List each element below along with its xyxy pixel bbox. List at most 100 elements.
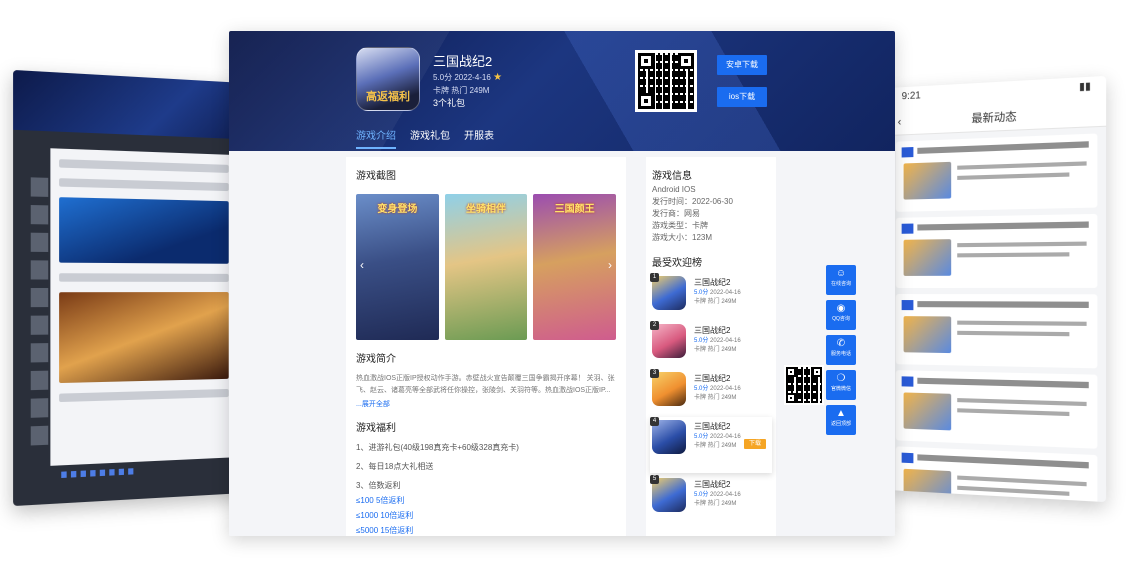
left-preview-image [59,292,229,384]
qq-icon: ◉ [836,303,846,314]
screenshot[interactable]: 三国颜王 [533,194,617,340]
game-detail-window: 高返福利 三国战纪2 5.0分 2022-4-16 ★ 卡牌 热门 249M 3… [229,31,895,536]
ranking-download-button[interactable]: 下载 [744,439,766,449]
news-card[interactable] [895,294,1098,369]
game-hot-size: 热门 249M [451,86,490,95]
android-download-button[interactable]: 安卓下载 [717,55,767,75]
ranking-game-name: 三国战纪2 [694,422,731,431]
ranking-game-meta: 5.0分 2022-04-16 卡牌 热门 249M [694,338,741,353]
ranking-game-meta: 5.0分 2022-04-16 卡牌 热门 249M [694,290,741,305]
news-card[interactable] [895,213,1098,288]
carousel-next-icon[interactable]: › [608,258,612,272]
screenshot-caption: 坐骑相伴 [466,204,506,215]
ranking-game-name: 三国战纪2 [694,480,731,489]
expand-link[interactable]: ...展开全部 [356,399,616,409]
ranking-game-meta: 5.0分 2022-04-16 卡牌 热门 249M [694,434,741,449]
intro-text: 热血激战IOS正版IP授权动作手游。赤壁战火宣告颠覆三国争霸揭开序幕！ 关羽、张… [356,375,615,394]
ranking-game-name: 三国战纪2 [694,278,731,287]
ranking-item[interactable]: 5 三国战纪2 5.0分 2022-04-16 卡牌 热门 249M [650,475,772,521]
left-preview-panel [50,148,237,466]
rebate-item: ≤1000 10倍返利 [356,511,414,520]
ranking-item[interactable]: 3 三国战纪2 5.0分 2022-04-16 卡牌 热门 249M [650,369,772,415]
screenshot[interactable]: 变身登场 [356,194,439,340]
game-icon-text: 高返福利 [366,91,410,103]
game-title: 三国战纪2 [433,54,493,69]
phone-button[interactable]: ✆ 服务电话 [826,335,856,365]
arrow-up-icon: ▲ [836,408,846,419]
left-preview-pager [61,468,136,479]
ranking-title: 最受欢迎榜 [652,258,702,269]
screenshot[interactable]: 坐骑相伴 [444,194,528,340]
right-preview-device: 9:21 ▮▮ ‹ 最新动态 [888,75,1107,503]
ranking-game-meta: 5.0分 2022-04-16 卡牌 热门 249M [694,492,741,507]
benefit-item: 2、每日18点大礼相送 [356,462,434,471]
ranking-number: 1 [650,273,659,282]
game-hero-banner: 高返福利 三国战纪2 5.0分 2022-4-16 ★ 卡牌 热门 249M 3… [229,31,895,151]
side-column: 游戏信息 Android IOS 发行时间：2022-06-30 发行商：网易 … [646,157,776,536]
ios-download-button[interactable]: ios下载 [717,87,767,107]
phone-icon: ✆ [836,338,846,349]
game-category: 卡牌 [433,86,449,95]
screenshot-caption: 三国颜王 [554,204,595,215]
screenshots-title: 游戏截图 [356,171,396,182]
detail-content: 游戏截图 变身登场 坐骑相伴 三国颜王 ‹ › 游戏简介 热血激战IOS正版IP… [229,151,895,536]
ranking-number: 5 [650,475,659,484]
right-preview-title: 最新动态 [971,110,1017,126]
service-sidebar: ☺ 在线咨询 ◉ QQ咨询 ✆ 服务电话 ❍ 官微微信 ▲ 返回顶部 [826,265,856,440]
info-release-date: 发行时间：2022-06-30 [652,197,733,206]
left-preview-header [13,69,263,140]
info-publisher: 发行商：网易 [652,209,700,218]
benefit-item: 3、倍数返利 [356,481,401,490]
ranking-number: 4 [650,417,659,426]
info-size: 游戏大小：123M [652,233,713,242]
tab-gifts[interactable]: 游戏礼包 [410,127,450,149]
rebate-item: ≤5000 15倍返利 [356,526,414,535]
carousel-prev-icon[interactable]: ‹ [360,258,364,272]
news-card[interactable] [895,370,1098,449]
left-preview-sidebar [30,177,49,454]
left-preview-row [59,178,229,192]
news-card[interactable] [895,446,1098,503]
game-date: 2022-4-16 [454,73,491,82]
online-consult-button[interactable]: ☺ 在线咨询 [826,265,856,295]
ranking-item-highlighted[interactable]: 4 三国战纪2 5.0分 2022-04-16 卡牌 热门 249M 下载 [650,417,772,473]
wechat-button[interactable]: ❍ 官微微信 [826,370,856,400]
left-preview-banner [59,197,229,264]
game-icon: 高返福利 [356,47,420,111]
chat-icon: ☺ [835,268,847,279]
status-time: 9:21 [901,90,921,103]
main-column: 游戏截图 变身登场 坐骑相伴 三国颜王 ‹ › 游戏简介 热血激战IOS正版IP… [346,157,626,536]
tab-intro[interactable]: 游戏介绍 [356,127,396,149]
signal-icon: ▮▮ [1079,80,1091,94]
left-preview-row [59,273,229,282]
wechat-icon: ❍ [836,373,846,384]
left-preview-device [13,69,263,507]
qq-consult-button[interactable]: ◉ QQ咨询 [826,300,856,330]
left-preview-row [59,388,229,403]
benefits-title: 游戏福利 [356,423,396,434]
info-type: 游戏类型：卡牌 [652,221,708,230]
ranking-item[interactable]: 2 三国战纪2 5.0分 2022-04-16 卡牌 热门 249M [650,321,772,367]
ranking-game-name: 三国战纪2 [694,326,731,335]
info-title: 游戏信息 [652,171,692,182]
info-platform: Android IOS [652,185,696,194]
back-to-top-button[interactable]: ▲ 返回顶部 [826,405,856,435]
star-icon: ★ [493,72,503,83]
benefit-item: 1、进游礼包(40级198真充卡+60级328真充卡) [356,443,519,452]
ranking-game-name: 三国战纪2 [694,374,731,383]
game-rating: 5.0分 [433,73,453,82]
ranking-number: 3 [650,369,659,378]
left-preview-row [59,159,229,173]
screenshot-caption: 变身登场 [377,204,418,215]
ranking-game-meta: 5.0分 2022-04-16 卡牌 热门 249M [694,386,741,401]
news-card[interactable] [895,133,1098,212]
wechat-qr-code [784,365,824,405]
rebate-item: ≤100 5倍返利 [356,496,405,505]
ranking-item[interactable]: 1 三国战纪2 5.0分 2022-04-16 卡牌 热门 249M [650,273,772,319]
game-meta: 5.0分 2022-4-16 ★ 卡牌 热门 249M 3个礼包 [433,71,502,110]
ranking-number: 2 [650,321,659,330]
screenshot-carousel: 变身登场 坐骑相伴 三国颜王 ‹ › [356,194,617,340]
back-icon[interactable]: ‹ [898,109,902,135]
download-qr-code [635,50,697,112]
tab-server-list[interactable]: 开服表 [464,127,494,149]
